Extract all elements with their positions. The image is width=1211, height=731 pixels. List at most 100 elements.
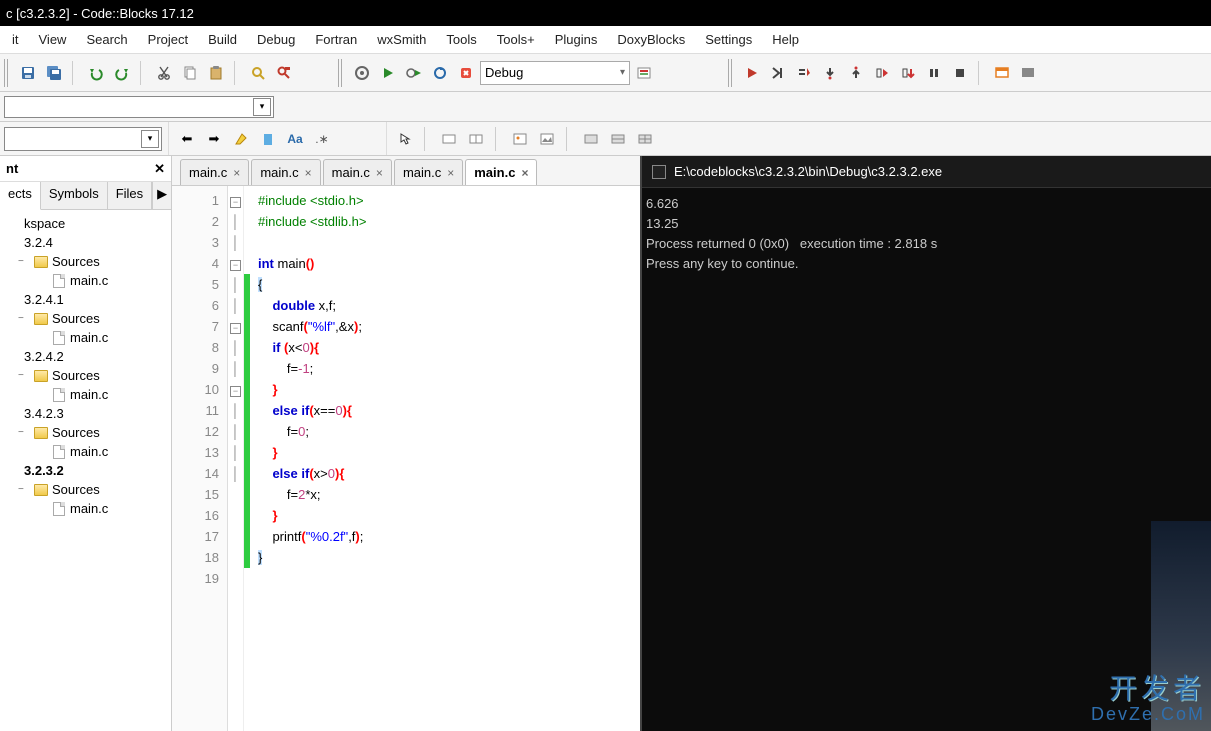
panel2-icon[interactable] xyxy=(464,127,488,151)
tree-folder[interactable]: −Sources xyxy=(0,423,171,442)
run-icon[interactable] xyxy=(376,61,400,85)
tree-file[interactable]: main.c xyxy=(0,328,171,347)
layout1-icon[interactable] xyxy=(579,127,603,151)
menu-help[interactable]: Help xyxy=(762,28,809,51)
menu-settings[interactable]: Settings xyxy=(695,28,762,51)
menu-debug[interactable]: Debug xyxy=(247,28,305,51)
abort-icon[interactable] xyxy=(454,61,478,85)
menu-view[interactable]: View xyxy=(29,28,77,51)
tree-file[interactable]: main.c xyxy=(0,271,171,290)
console-titlebar[interactable]: E:\codeblocks\c3.2.3.2\bin\Debug\c3.2.3.… xyxy=(642,156,1211,188)
sidebar: nt ✕ ectsSymbolsFiles▶ kspace3.2.4−Sourc… xyxy=(0,156,172,731)
select-icon[interactable] xyxy=(393,127,417,151)
titlebar-text: c [c3.2.3.2] - Code::Blocks 17.12 xyxy=(6,6,194,21)
toolbar-grip[interactable] xyxy=(728,59,734,87)
redo-icon[interactable] xyxy=(110,61,134,85)
menu-tools+[interactable]: Tools+ xyxy=(487,28,545,51)
toolbar-grip[interactable] xyxy=(4,59,10,87)
tree-proj[interactable]: 3.2.4 xyxy=(0,233,171,252)
tree-folder[interactable]: −Sources xyxy=(0,366,171,385)
menu-plugins[interactable]: Plugins xyxy=(545,28,608,51)
nav-back-icon[interactable]: ⬅ xyxy=(175,127,199,151)
img2-icon[interactable] xyxy=(535,127,559,151)
symbol-combo[interactable]: ▾ xyxy=(4,127,162,151)
save-all-icon[interactable] xyxy=(42,61,66,85)
tree-folder[interactable]: −Sources xyxy=(0,252,171,271)
tab-close-icon[interactable]: × xyxy=(376,166,383,180)
paste-icon[interactable] xyxy=(204,61,228,85)
regex-icon[interactable]: .∗ xyxy=(310,127,334,151)
tree-file[interactable]: main.c xyxy=(0,442,171,461)
editor-tab[interactable]: main.c× xyxy=(465,159,537,185)
tree-proj[interactable]: 3.2.4.1 xyxy=(0,290,171,309)
cut-icon[interactable] xyxy=(152,61,176,85)
break-icon[interactable] xyxy=(922,61,946,85)
titlebar: c [c3.2.3.2] - Code::Blocks 17.12 xyxy=(0,0,1211,26)
step-into-icon[interactable] xyxy=(818,61,842,85)
close-icon[interactable]: ✕ xyxy=(154,161,165,177)
next-instr-icon[interactable] xyxy=(870,61,894,85)
step-into-instr-icon[interactable] xyxy=(896,61,920,85)
toolbar-grip[interactable] xyxy=(338,59,344,87)
menu-it[interactable]: it xyxy=(2,28,29,51)
tab-close-icon[interactable]: × xyxy=(521,166,528,180)
project-tree[interactable]: kspace3.2.4−Sourcesmain.c3.2.4.1−Sources… xyxy=(0,210,171,731)
tree-proj[interactable]: 3.2.3.2 xyxy=(0,461,171,480)
tab-close-icon[interactable]: × xyxy=(233,166,240,180)
editor-tab[interactable]: main.c× xyxy=(394,159,463,185)
chevron-down-icon: ▾ xyxy=(620,67,625,78)
next-line-icon[interactable] xyxy=(792,61,816,85)
debug-run-icon[interactable] xyxy=(740,61,764,85)
tab-close-icon[interactable]: × xyxy=(305,166,312,180)
scope-combo[interactable]: ▾ xyxy=(4,96,274,118)
stop-icon[interactable] xyxy=(948,61,972,85)
menu-build[interactable]: Build xyxy=(198,28,247,51)
editor-tab[interactable]: main.c× xyxy=(323,159,392,185)
nav-forward-icon[interactable]: ➡ xyxy=(202,127,226,151)
tree-file[interactable]: main.c xyxy=(0,499,171,518)
run-to-cursor-icon[interactable] xyxy=(766,61,790,85)
menu-search[interactable]: Search xyxy=(76,28,137,51)
sidebar-tab-files[interactable]: Files xyxy=(108,182,152,209)
sidebar-tab-ects[interactable]: ects xyxy=(0,182,41,210)
fold-column[interactable]: −││−││−││−││││ xyxy=(228,186,244,731)
menu-wxsmith[interactable]: wxSmith xyxy=(367,28,436,51)
tree-file[interactable]: main.c xyxy=(0,385,171,404)
layout3-icon[interactable] xyxy=(633,127,657,151)
build-target-combo[interactable]: Debug ▾ xyxy=(480,61,630,85)
sidebar-tabs-more-icon[interactable]: ▶ xyxy=(152,182,171,209)
replace-icon[interactable] xyxy=(272,61,296,85)
panel1-icon[interactable] xyxy=(437,127,461,151)
step-out-icon[interactable] xyxy=(844,61,868,85)
tree-root[interactable]: kspace xyxy=(0,214,171,233)
sidebar-tab-symbols[interactable]: Symbols xyxy=(41,182,108,209)
tree-label: main.c xyxy=(70,330,108,345)
menu-project[interactable]: Project xyxy=(138,28,198,51)
save-icon[interactable] xyxy=(16,61,40,85)
debug-windows-icon[interactable] xyxy=(990,61,1014,85)
find-icon[interactable] xyxy=(246,61,270,85)
layout2-icon[interactable] xyxy=(606,127,630,151)
highlight-icon[interactable] xyxy=(229,127,253,151)
rebuild-icon[interactable] xyxy=(428,61,452,85)
text-aa-icon[interactable]: Aa xyxy=(283,127,307,151)
copy-icon[interactable] xyxy=(178,61,202,85)
tree-folder[interactable]: −Sources xyxy=(0,309,171,328)
c-file-icon xyxy=(52,274,66,288)
target-settings-icon[interactable] xyxy=(632,61,656,85)
menu-doxyblocks[interactable]: DoxyBlocks xyxy=(607,28,695,51)
build-icon[interactable] xyxy=(350,61,374,85)
menu-tools[interactable]: Tools xyxy=(436,28,486,51)
tree-proj[interactable]: 3.4.2.3 xyxy=(0,404,171,423)
info-icon[interactable] xyxy=(1016,61,1040,85)
build-run-icon[interactable] xyxy=(402,61,426,85)
editor-tab[interactable]: main.c× xyxy=(180,159,249,185)
undo-icon[interactable] xyxy=(84,61,108,85)
img1-icon[interactable] xyxy=(508,127,532,151)
tree-proj[interactable]: 3.2.4.2 xyxy=(0,347,171,366)
editor-tab[interactable]: main.c× xyxy=(251,159,320,185)
menu-fortran[interactable]: Fortran xyxy=(305,28,367,51)
bookmark-icon[interactable] xyxy=(256,127,280,151)
tab-close-icon[interactable]: × xyxy=(447,166,454,180)
tree-folder[interactable]: −Sources xyxy=(0,480,171,499)
